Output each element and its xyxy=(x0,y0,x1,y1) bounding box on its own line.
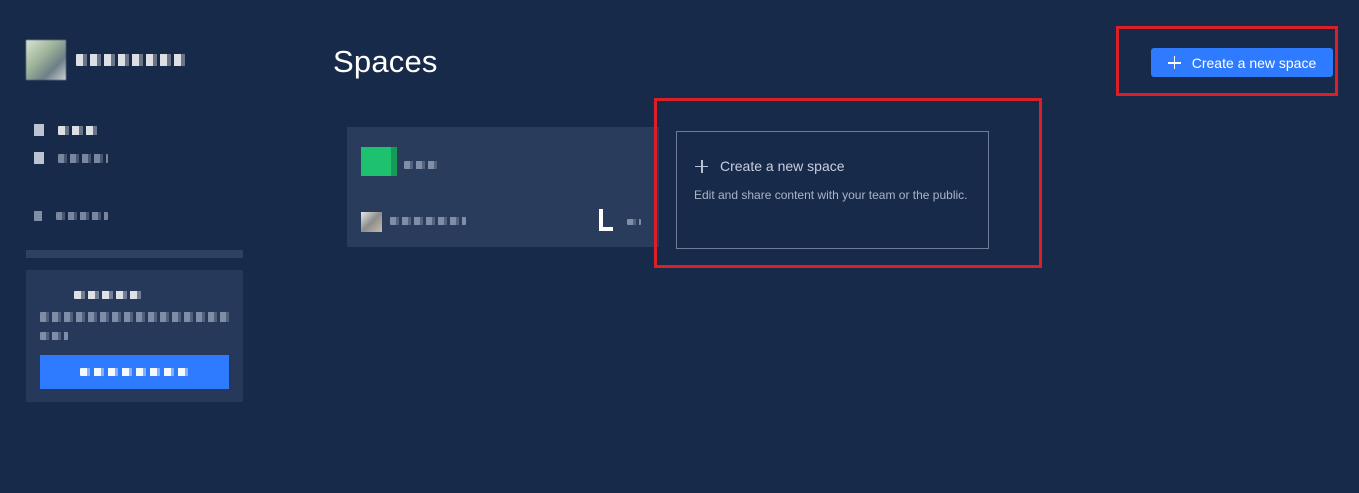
sidebar-item-label-redacted xyxy=(58,125,100,135)
sidebar-item-1[interactable] xyxy=(26,116,243,144)
sidebar-divider xyxy=(26,250,243,258)
promo-text-redacted xyxy=(40,332,68,340)
new-space-card[interactable]: Create a new space Edit and share conten… xyxy=(676,131,989,249)
document-icon xyxy=(34,124,44,136)
promo-title-redacted xyxy=(74,291,144,299)
people-icon xyxy=(34,152,44,164)
promo-button[interactable] xyxy=(40,355,229,389)
space-meta-redacted xyxy=(627,219,641,225)
sidebar-nav xyxy=(26,116,243,230)
space-visibility-icon xyxy=(599,209,613,231)
promo-button-label-redacted xyxy=(79,368,190,376)
promo-text-redacted xyxy=(40,312,230,322)
create-space-button-label: Create a new space xyxy=(1191,54,1317,71)
user-menu[interactable] xyxy=(26,38,243,82)
new-space-card-description: Edit and share content with your team or… xyxy=(694,188,968,202)
app-page: Spaces Create a new space Create a new s… xyxy=(0,0,1359,493)
sidebar-promo-card xyxy=(26,270,243,402)
space-owner-name-redacted xyxy=(390,217,466,225)
new-space-card-title-label: Create a new space xyxy=(720,158,845,174)
sidebar-item-3[interactable] xyxy=(26,202,243,230)
sidebar-item-2[interactable] xyxy=(26,144,243,172)
sidebar xyxy=(26,38,243,402)
user-name-redacted xyxy=(76,54,186,66)
plus-icon xyxy=(695,159,708,173)
space-logo xyxy=(361,147,397,176)
sidebar-item-label-redacted xyxy=(58,153,108,163)
avatar xyxy=(26,40,66,80)
avatar xyxy=(361,212,382,232)
new-space-card-title: Create a new space xyxy=(695,158,845,174)
settings-icon xyxy=(34,211,42,221)
create-space-button[interactable]: Create a new space xyxy=(1151,48,1333,77)
space-name-redacted xyxy=(404,161,438,169)
plus-icon xyxy=(1167,56,1181,69)
page-title: Spaces xyxy=(333,44,438,79)
sidebar-item-label-redacted xyxy=(56,212,108,220)
space-card[interactable] xyxy=(347,127,659,247)
